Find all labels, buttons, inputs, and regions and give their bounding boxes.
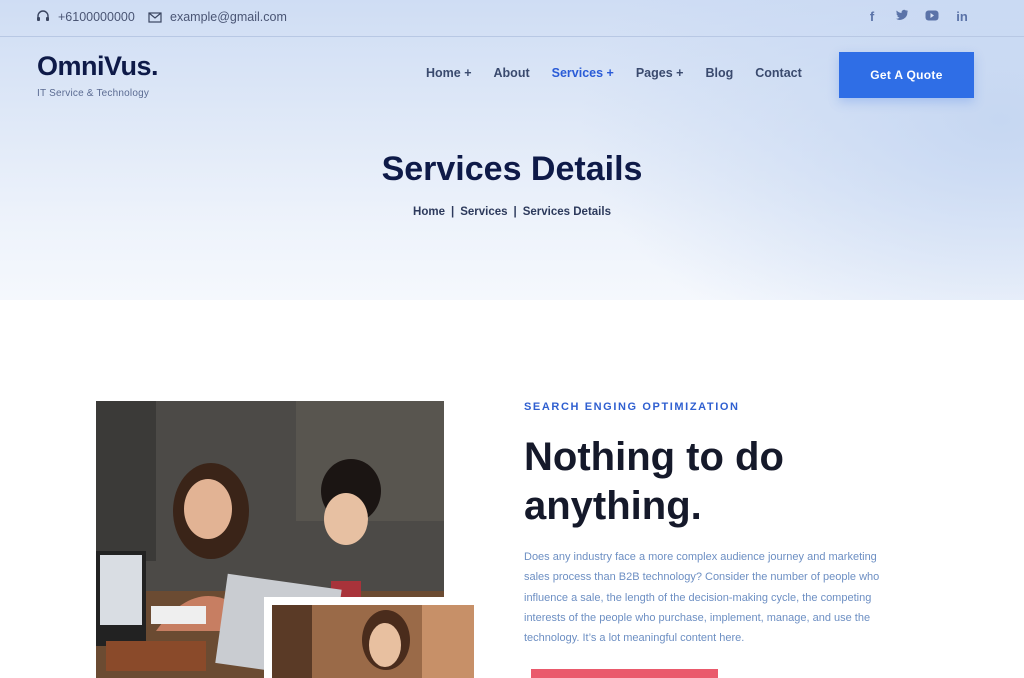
main-nav: Home + About Services + Pages + Blog Con… [426,66,824,80]
nav-item-contact[interactable]: Contact [755,66,802,80]
facebook-icon[interactable]: f [857,9,887,25]
logo-name: OmniVus. [37,51,159,81]
get-a-quote-button[interactable]: Get A Quote [839,52,974,98]
email-address: example@gmail.com [170,10,287,24]
linkedin-icon[interactable]: in [947,9,977,25]
breadcrumb-home[interactable]: Home [413,206,445,218]
portrait-illustration [272,605,474,678]
page-title: Services Details [381,150,643,188]
portrait-photo [272,605,474,678]
logo-tagline: IT Service & Technology [37,88,150,99]
nav-item-blog[interactable]: Blog [705,66,733,80]
top-info-bar: +6100000000 example@gmail.com f in [0,0,1024,37]
breadcrumb-separator: | [513,206,517,218]
site-logo[interactable]: OmniVus. IT Service & Technology [37,51,159,99]
twitter-icon[interactable] [887,9,917,25]
phone-number: +6100000000 [58,10,135,24]
cta-button-red[interactable] [531,669,718,678]
nav-item-services[interactable]: Services + [552,66,614,80]
email-contact[interactable]: example@gmail.com [148,10,287,24]
nav-item-about[interactable]: About [494,66,530,80]
phone-contact[interactable]: +6100000000 [36,10,135,24]
nav-item-home[interactable]: Home + [426,66,472,80]
envelope-icon [148,12,162,23]
youtube-icon[interactable] [917,9,947,25]
breadcrumb-services[interactable]: Services [460,206,507,218]
breadcrumb-current: Services Details [522,206,611,218]
portrait-photo-frame [264,597,474,678]
breadcrumb: Home | Services | Services Details [0,206,1024,218]
section-paragraph: Does any industry face a more complex au… [524,551,880,645]
section-kicker: SEARCH ENGING OPTIMIZATION [524,401,740,413]
section-headline: Nothing to do anything. [524,435,784,528]
breadcrumb-separator: | [450,206,455,218]
social-links: f in [857,9,977,25]
nav-item-pages[interactable]: Pages + [636,66,684,80]
headset-icon [37,10,49,21]
